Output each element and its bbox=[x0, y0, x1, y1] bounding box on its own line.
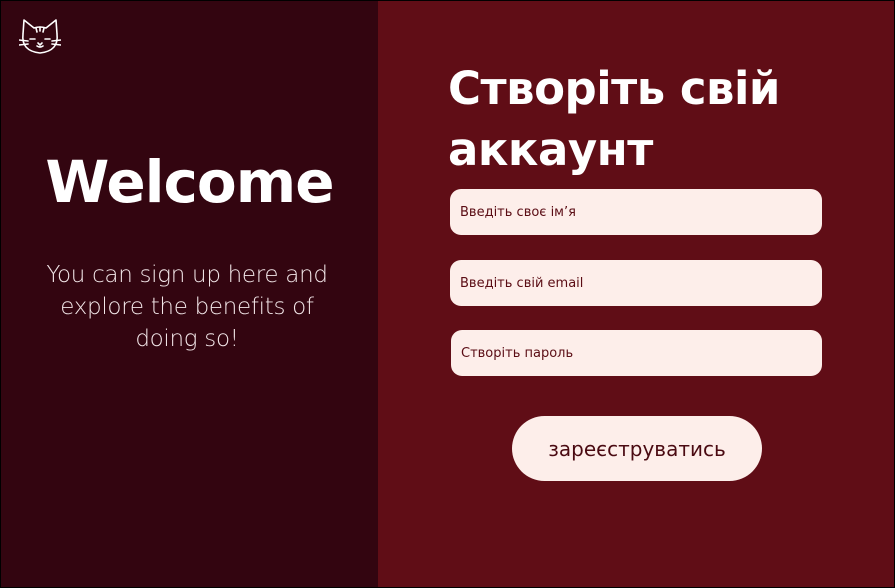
signup-page: Welcome You can sign up here and explore… bbox=[0, 0, 895, 588]
signup-form-panel: Створіть свій аккаунт зареєструватись bbox=[378, 1, 894, 587]
welcome-heading: Welcome bbox=[45, 148, 334, 216]
form-title: Створіть свій аккаунт bbox=[448, 62, 780, 176]
welcome-subtitle: You can sign up here and explore the ben… bbox=[46, 262, 328, 352]
cat-face-icon-svg bbox=[18, 19, 62, 54]
cat-face-icon[interactable] bbox=[18, 18, 62, 56]
register-button[interactable]: зареєструватись bbox=[512, 416, 762, 481]
welcome-panel: Welcome You can sign up here and explore… bbox=[1, 1, 378, 587]
password-input[interactable] bbox=[451, 330, 822, 376]
email-input[interactable] bbox=[450, 260, 822, 306]
name-input[interactable] bbox=[450, 189, 822, 235]
